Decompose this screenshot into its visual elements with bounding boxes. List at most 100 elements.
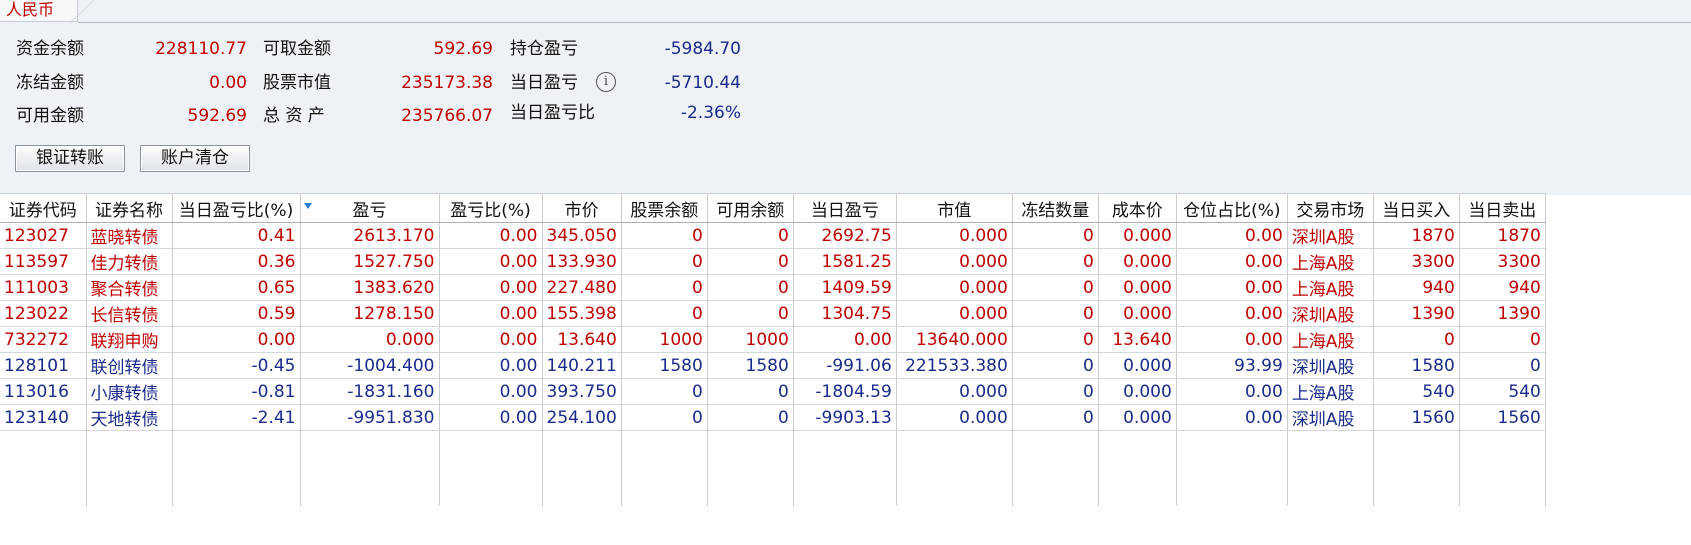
cell-market-value: 0.000 [896,248,1013,275]
col-header-cost[interactable]: 成本价 [1098,193,1177,223]
cell-day-pl: -9903.13 [793,404,897,431]
cell-day-buy: 0 [1373,326,1460,353]
cell-market-value: 0.000 [896,300,1013,327]
col-header-position-pct[interactable]: 仓位占比(%) [1176,193,1288,223]
cell-day-sell: 1560 [1459,404,1546,431]
col-header-day-buy[interactable]: 当日买入 [1373,193,1460,223]
cell-day-sell: 1390 [1459,300,1546,327]
empty-cell [621,430,708,506]
cell-day-pl-pct: -0.81 [172,378,301,405]
cell-pl: 1527.750 [300,248,440,275]
table-row[interactable]: 123027 蓝晓转债 0.41 2613.170 0.00 345.050 0 0 2692.… [0,222,1546,249]
cell-market-value: 0.000 [896,378,1013,405]
cell-name: 天地转债 [86,404,173,431]
cell-day-pl: -1804.59 [793,378,897,405]
col-header-code[interactable]: 证券代码 [0,193,87,223]
col-header-day-pl[interactable]: 当日盈亏 [793,193,897,223]
table-row[interactable]: 123022 长信转债 0.59 1278.150 0.00 155.398 0 0 1304.… [0,300,1546,327]
cell-code: 123022 [0,300,87,327]
cell-stock-balance: 0 [621,378,708,405]
table-row[interactable]: 123140 天地转债 -2.41 -9951.830 0.00 254.100 0 0 -99… [0,404,1546,431]
table-row[interactable]: 113016 小康转债 -0.81 -1831.160 0.00 393.750 0 0 -18… [0,378,1546,405]
cell-available: 0 [707,248,794,275]
col-header-market-value[interactable]: 市值 [896,193,1013,223]
cell-market-value: 0.000 [896,404,1013,431]
cell-day-pl-pct: 0.65 [172,274,301,301]
cell-stock-balance: 1000 [621,326,708,353]
cell-code: 113597 [0,248,87,275]
col-header-pl-pct[interactable]: 盈亏比(%) [439,193,543,223]
empty-cell [793,430,897,506]
cell-available: 1000 [707,326,794,353]
cell-pl-pct: 0.00 [439,352,543,379]
cell-pl: 2613.170 [300,222,440,249]
value-dangri-yingkui: -5710.44 [664,73,741,93]
tab-rmb[interactable]: 人民币 [0,0,78,22]
bank-transfer-button[interactable]: 银证转账 [15,145,125,172]
cell-market-value: 13640.000 [896,326,1013,353]
cell-stock-balance: 0 [621,248,708,275]
cell-price: 155.398 [542,300,622,327]
cell-day-pl-pct: 0.41 [172,222,301,249]
cell-day-buy: 1580 [1373,352,1460,379]
table-row[interactable]: 732272 联翔申购 0.00 0.000 0.00 13.640 1000 1000 0.0… [0,326,1546,353]
cell-position-pct: 0.00 [1176,378,1288,405]
cell-market-value: 0.000 [896,274,1013,301]
cell-cost: 0.000 [1098,352,1177,379]
cell-market: 深圳A股 [1287,404,1374,431]
cell-frozen: 0 [1012,248,1099,275]
cell-available: 1580 [707,352,794,379]
cell-stock-balance: 0 [621,274,708,301]
col-header-available[interactable]: 可用余额 [707,193,794,223]
table-row[interactable]: 128101 联创转债 -0.45 -1004.400 0.00 140.211 1580 1… [0,352,1546,379]
clear-account-button[interactable]: 账户清仓 [140,145,250,172]
col-header-price[interactable]: 市价 [542,193,622,223]
cell-frozen: 0 [1012,300,1099,327]
value-zong-zichan: 235766.07 [401,106,493,126]
empty-cell [896,430,1013,506]
cell-frozen: 0 [1012,378,1099,405]
info-icon[interactable]: i [596,72,616,92]
cell-pl: -1831.160 [300,378,440,405]
col-header-day-pl-pct[interactable]: 当日盈亏比(%) [172,193,301,223]
label-kequ: 可取金额 [263,39,331,59]
cell-available: 0 [707,378,794,405]
tab-edge [70,0,94,23]
empty-cell [1176,430,1288,506]
cell-position-pct: 0.00 [1176,248,1288,275]
cell-day-sell: 0 [1459,326,1546,353]
cell-market: 上海A股 [1287,326,1374,353]
col-header-market[interactable]: 交易市场 [1287,193,1374,223]
label-keyong: 可用金额 [16,106,84,126]
cell-available: 0 [707,404,794,431]
table-header-row: 证券代码 证券名称 当日盈亏比(%) 盈亏 盈亏比(%) 市价 股票余额 可用余… [0,193,1546,223]
cell-pl-pct: 0.00 [439,274,543,301]
cell-pl-pct: 0.00 [439,404,543,431]
col-header-stock-balance[interactable]: 股票余额 [621,193,708,223]
cell-name: 小康转债 [86,378,173,405]
cell-frozen: 0 [1012,352,1099,379]
value-kequ: 592.69 [433,39,493,59]
table-row[interactable]: 111003 聚合转债 0.65 1383.620 0.00 227.480 0 0 1409.… [0,274,1546,301]
cell-cost: 13.640 [1098,326,1177,353]
cell-position-pct: 0.00 [1176,274,1288,301]
cell-day-pl-pct: -2.41 [172,404,301,431]
cell-market: 深圳A股 [1287,300,1374,327]
col-header-name[interactable]: 证券名称 [86,193,173,223]
cell-cost: 0.000 [1098,248,1177,275]
cell-market: 深圳A股 [1287,222,1374,249]
col-header-frozen[interactable]: 冻结数量 [1012,193,1099,223]
cell-market-value: 0.000 [896,222,1013,249]
cell-frozen: 0 [1012,274,1099,301]
empty-cell [542,430,622,506]
table-row[interactable]: 113597 佳力转债 0.36 1527.750 0.00 133.930 0 0 1581.… [0,248,1546,275]
cell-pl: -9951.830 [300,404,440,431]
value-gupiao-shizhi: 235173.38 [401,73,493,93]
cell-available: 0 [707,300,794,327]
col-header-day-sell[interactable]: 当日卖出 [1459,193,1546,223]
cell-day-pl: 1304.75 [793,300,897,327]
cell-name: 联创转债 [86,352,173,379]
cell-stock-balance: 0 [621,222,708,249]
cell-available: 0 [707,274,794,301]
col-header-pl[interactable]: 盈亏 [300,193,440,223]
